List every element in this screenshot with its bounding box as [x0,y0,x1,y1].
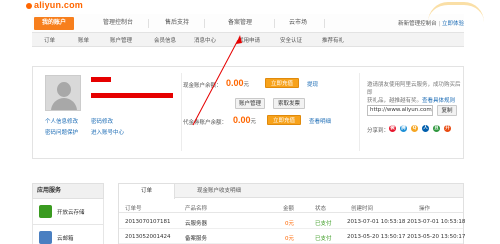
services-heading: 应用服务 [32,183,104,199]
voucher-recharge-button[interactable]: 立即充值 [267,115,301,125]
order-created: 2013-05-20 13:50:17 [347,234,406,240]
order-id: 2013052001424 [125,234,171,240]
subnav-orders[interactable]: 订单 [44,36,55,44]
tab-orders[interactable]: 订单 [119,184,175,199]
service-label: 开放云存储 [57,210,85,216]
cash-amount-value: 0.00 [226,78,244,88]
avatar [45,75,81,111]
promo-rules-link[interactable]: 查看具体规则 [422,98,455,104]
order-action: 2013-05-20 13:50:17 [407,234,466,240]
tab-cash-statement[interactable]: 现金账户收支明细 [177,184,261,198]
nav-divider [204,19,205,28]
nav-marketplace[interactable]: 云市场 [282,17,314,30]
service-item-oss[interactable]: 开放云存储 [32,199,104,225]
nav-divider [274,19,275,28]
cash-balance-label: 现金账户余额： [183,83,222,89]
order-created: 2013-07-01 10:53:18 [347,219,406,225]
share-label: 分享到： [367,128,390,134]
referral-url-field[interactable]: http://www.aliyun.com/cps/ph [367,105,433,116]
renren-icon[interactable]: 人 [422,125,429,132]
orders-tabs: 订单 现金账户收支明细 [119,184,463,199]
referral-promo-text: 邀请朋友使用阿里云服务，成功购买后即 获礼品，越推越有奖。查看具体规则 [367,81,463,105]
table-row[interactable]: 2013052001424 备案服务 0元 已支付 2013-05-20 13:… [119,230,466,244]
order-product: 备案服务 [185,236,208,242]
aliyun-logo[interactable]: aliyun.com [26,0,83,10]
subnav-bills[interactable]: 账单 [78,36,89,44]
order-action: 2013-07-01 10:53:18 [407,219,466,225]
nav-icp-filing[interactable]: 备案管理 [220,17,260,30]
col-action: 操作 [419,206,431,212]
service-label: 云邮箱 [57,236,74,242]
order-amount: 0元 [285,236,294,242]
col-created: 创建时间 [351,206,374,212]
account-manage-button[interactable]: 账户管理 [235,98,265,109]
cash-unit: 元 [243,82,250,88]
subnav-security[interactable]: 安全认证 [280,36,302,44]
rainbow-decoration [428,2,484,22]
promo-line-1: 邀请朋友使用阿里云服务，成功购买后即 [367,82,461,96]
cloud-storage-icon [39,205,52,218]
col-order-id: 订单号 [125,206,142,212]
recharge-button[interactable]: 立即充值 [265,78,299,88]
col-status: 状态 [315,206,327,212]
voucher-balance-amount: 0.00元 [233,115,256,125]
promo-line-2: 获礼品，越推越有奖。 [367,98,423,104]
copy-button[interactable]: 复制 [437,105,457,116]
edit-profile-link[interactable]: 个人信息修改 [45,117,78,125]
main-nav: 我的账户 管理控制台 售后支持 备案管理 云市场 新新管理控制台 | 立即体验 [32,14,464,33]
request-invoice-button[interactable]: 索取发票 [273,98,305,109]
subnav-messages[interactable]: 消息中心 [194,36,216,44]
voucher-details-link[interactable]: 查看明细 [309,117,331,125]
redacted-email [91,93,173,98]
withdraw-link[interactable]: 提现 [307,80,318,88]
nav-support[interactable]: 售后支持 [154,17,200,30]
douban-icon[interactable]: 豆 [433,125,440,132]
voucher-balance-label: 代金券账户余额： [183,120,228,126]
panel-divider [181,73,182,151]
orders-table-header: 订单号 产品名称 金额 状态 创建时间 操作 [119,200,463,213]
cash-balance-amount: 0.00元 [226,78,249,88]
account-overview: 个人信息修改 密码修改 密码问题保护 进入账号中心 现金账户余额： 0.00元 … [32,66,464,159]
mail-icon [39,231,52,244]
nav-console[interactable]: 管理控制台 [92,17,144,30]
kaixin-icon[interactable]: 开 [444,125,451,132]
col-product: 产品名称 [185,206,208,212]
subnav-account-manage[interactable]: 账户管理 [110,36,132,44]
subnav-referral[interactable]: 推荐有礼 [322,36,344,44]
logo-text: aliyun.com [34,0,84,10]
change-password-link[interactable]: 密码修改 [91,117,113,125]
weibo-icon[interactable]: 微 [389,125,396,132]
account-center-link[interactable]: 进入账号中心 [91,128,124,136]
order-status: 已支付 [315,221,332,227]
col-amount: 金额 [283,206,295,212]
order-amount: 0元 [285,221,294,227]
order-id: 2013070107181 [125,219,171,225]
logo-icon [26,2,32,9]
table-row[interactable]: 2013070107181 云服务器 0元 已支付 2013-07-01 10:… [119,215,466,229]
subnav-trial[interactable]: 试用申请 [238,36,260,44]
avatar-head [57,82,71,97]
orders-panel: 订单 现金账户收支明细 订单号 产品名称 金额 状态 创建时间 操作 20130… [118,183,466,244]
voucher-unit: 元 [250,119,257,125]
nav-my-account[interactable]: 我的账户 [34,17,74,30]
service-item-mail[interactable]: 云邮箱 [32,225,104,244]
tencent-icon[interactable]: 腾 [400,125,407,132]
panel-divider [359,73,360,151]
order-status: 已支付 [315,236,332,242]
avatar-body [51,98,77,110]
sub-nav: 订单 账单 账户管理 会员信息 消息中心 试用申请 安全认证 推荐有礼 [32,33,464,47]
qzone-icon[interactable]: Q [411,125,418,132]
page: aliyun.com 我的账户 管理控制台 售后支持 备案管理 云市场 新新管理… [0,0,500,244]
subnav-member-info[interactable]: 会员信息 [154,36,176,44]
redacted-username [91,77,111,82]
voucher-amount-value: 0.00 [233,115,251,125]
nav-divider [148,19,149,28]
top-bar: aliyun.com [0,0,500,14]
nav-divider [324,19,325,28]
security-question-link[interactable]: 密码问题保护 [45,128,78,136]
order-product: 云服务器 [185,221,208,227]
